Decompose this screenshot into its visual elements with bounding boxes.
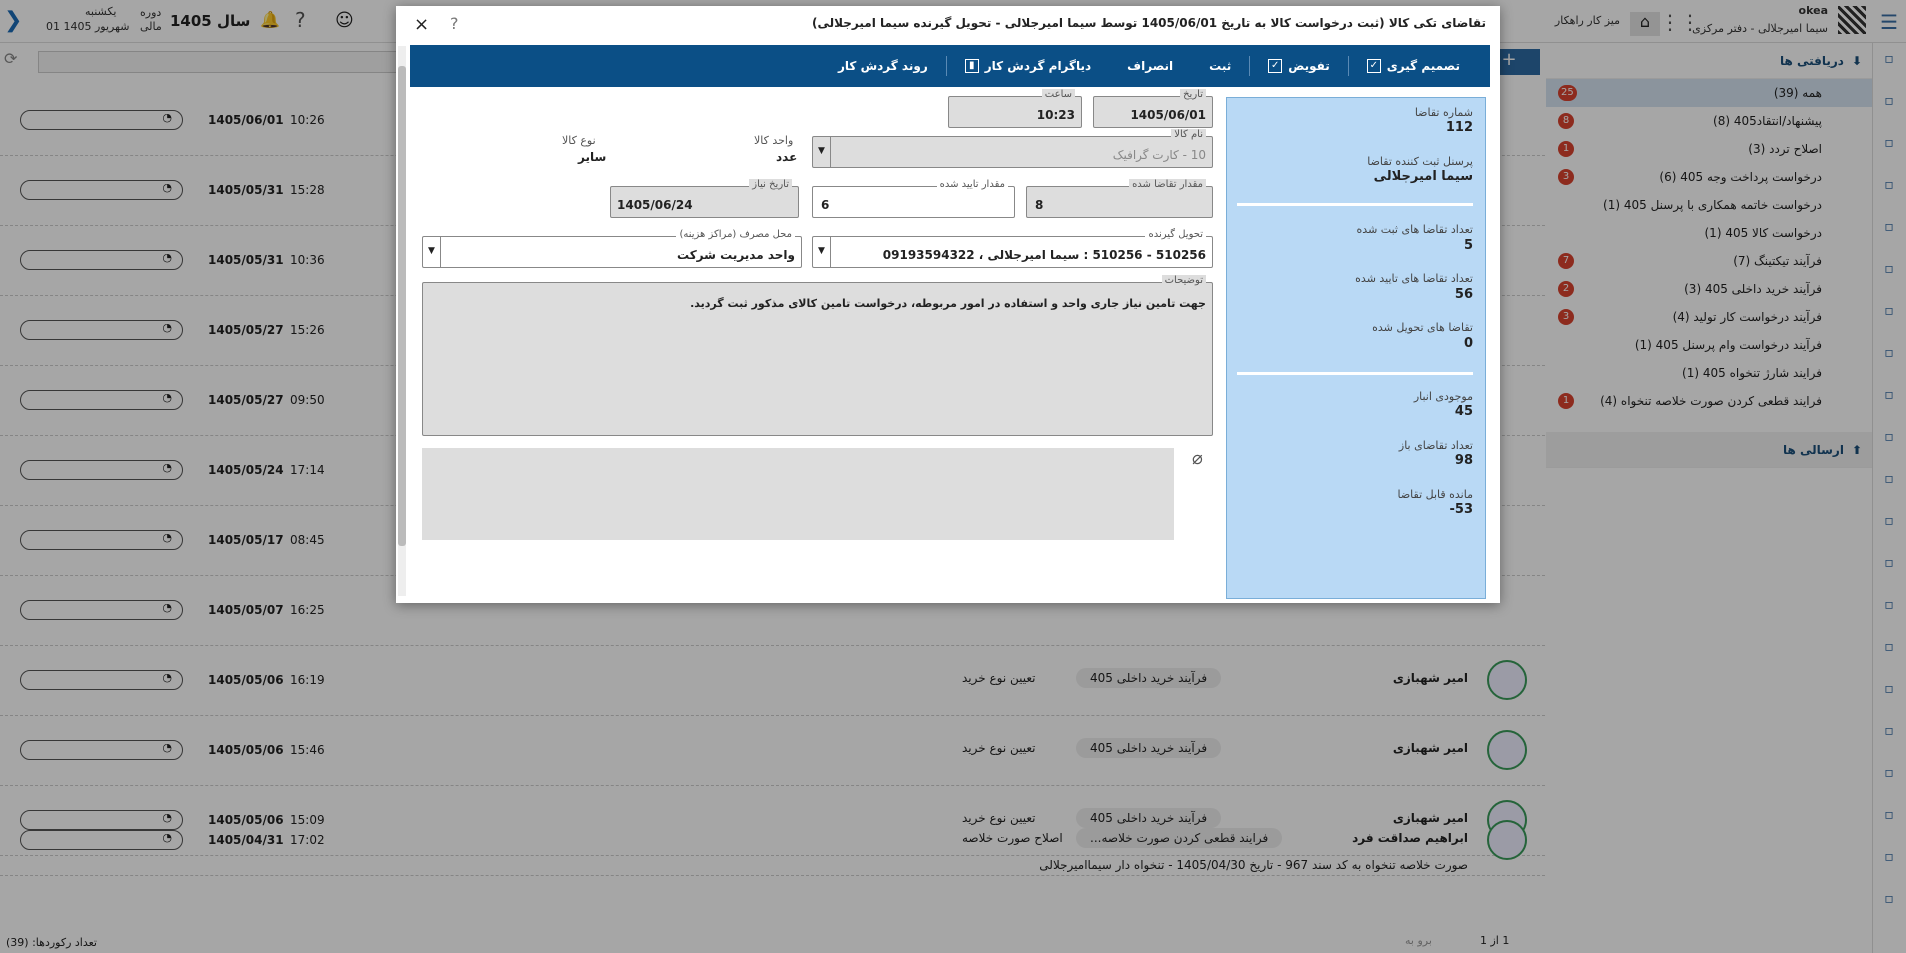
chevron-down-icon[interactable]: ▼ — [423, 237, 441, 267]
stock: 45 — [1454, 404, 1473, 419]
cancel-button[interactable]: انصراف — [1109, 56, 1191, 76]
check-icon: ✓ — [1366, 59, 1381, 73]
open-label: تعداد تقاضای باز — [1398, 439, 1473, 452]
help-icon[interactable]: ? — [450, 14, 459, 33]
type-label: نوع کالا — [562, 134, 596, 147]
req-no-label: شماره تقاضا — [1414, 106, 1473, 119]
receiver-field[interactable]: تحویل گیرنده 510256 - 510256 : سیما امیرج… — [812, 229, 1213, 268]
remain: 53- — [1449, 502, 1474, 517]
creator-label: پرسنل ثبت کننده تقاضا — [1367, 155, 1473, 168]
cost-center-field[interactable]: محل مصرف (مراکز هزینه) واحد مدیریت شرکت ▼ — [422, 229, 802, 268]
paperclip-icon[interactable]: ⌀ — [1192, 448, 1203, 469]
request-dialog: تقاضای تکی کالا (ثبت درخواست کالا به تار… — [396, 6, 1500, 603]
creator: سیما امیرجلالی — [1373, 169, 1473, 184]
divider — [1237, 372, 1473, 375]
dialog-title: تقاضای تکی کالا (ثبت درخواست کالا به تار… — [812, 16, 1486, 30]
item-field[interactable]: نام کالا 10 - کارت گرافیک ▼ — [812, 129, 1213, 168]
attachment-area[interactable] — [422, 448, 1174, 540]
stock-label: موجودی انبار — [1413, 390, 1473, 403]
diagram-icon: ▮ — [964, 59, 979, 73]
delivered: 0 — [1463, 336, 1473, 351]
need-date-field[interactable]: تاریخ نیاز 1405/06/24 — [610, 179, 799, 218]
registered-label: تعداد تقاضا های ثبت شده — [1356, 223, 1473, 236]
diagram-button[interactable]: ▮ دیاگرام گردش کار — [945, 56, 1109, 76]
scrollbar[interactable] — [398, 46, 406, 596]
type-value: سایر — [578, 150, 607, 164]
req-no: 112 — [1445, 120, 1473, 135]
open: 98 — [1454, 453, 1473, 468]
summary-panel: شماره تقاضا 112 پرسنل ثبت کننده تقاضا سی… — [1226, 97, 1486, 599]
delivered-label: تقاضا های تحویل شده — [1372, 321, 1473, 334]
divider — [1237, 203, 1473, 206]
save-button[interactable]: ثبت — [1191, 56, 1249, 76]
approved-label: تعداد تقاضا های تایید شده — [1355, 272, 1473, 285]
chevron-down-icon[interactable]: ▼ — [813, 237, 831, 267]
dialog-toolbar: ✓ تصمیم گیری ✓ تفویض ثبت انصراف ▮ دیاگرام گ… — [410, 45, 1490, 87]
registered: 5 — [1463, 238, 1473, 253]
approved-qty-field[interactable]: مقدار تایید شده 6 — [812, 179, 1015, 218]
chevron-down-icon[interactable]: ▼ — [813, 137, 831, 167]
unit-value: عدد — [776, 150, 798, 164]
time-field[interactable]: ساعت 10:23 — [948, 89, 1082, 128]
flow-button[interactable]: روند گردش کار — [820, 56, 946, 76]
check-icon: ✓ — [1268, 59, 1283, 73]
date-field[interactable]: تاریخ 1405/06/01 — [1093, 89, 1213, 128]
description-field[interactable]: توضیحات جهت تامین نیاز جاری واحد و استفاد… — [422, 275, 1213, 436]
unit-label: واحد کالا — [754, 134, 794, 147]
close-icon[interactable]: × — [414, 14, 429, 35]
remain-label: مانده قابل تقاضا — [1397, 488, 1473, 501]
qty-field[interactable]: مقدار تقاضا شده 8 — [1026, 179, 1213, 218]
approved: 56 — [1454, 287, 1473, 302]
delegate-button[interactable]: ✓ تفویض — [1249, 56, 1348, 76]
decide-button[interactable]: ✓ تصمیم گیری — [1347, 56, 1478, 76]
